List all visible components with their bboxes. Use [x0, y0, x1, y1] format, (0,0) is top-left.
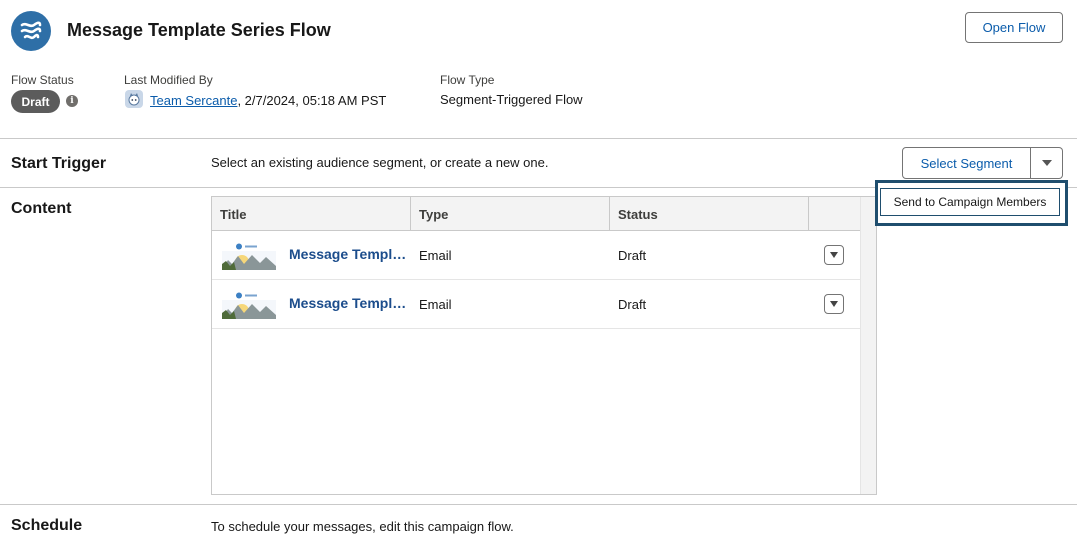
status-badge: Draft	[11, 90, 60, 113]
content-title: Content	[11, 200, 72, 217]
segment-menu-toggle[interactable]	[1031, 147, 1063, 179]
flow-status-label: Flow Status	[11, 73, 74, 87]
row-status: Draft	[618, 248, 647, 263]
column-header-type[interactable]: Type	[411, 197, 610, 231]
email-thumbnail	[222, 242, 276, 270]
table-scrollbar[interactable]	[860, 197, 876, 494]
flow-type-label: Flow Type	[440, 73, 495, 87]
content-table: Title Type Status Message Template Email…	[211, 196, 877, 495]
last-modified-label: Last Modified By	[124, 73, 213, 87]
row-type: Email	[419, 248, 452, 263]
divider	[0, 138, 1077, 139]
message-template-link[interactable]: Message Template	[289, 295, 409, 311]
record-header: Message Template Series Flow Open Flow F…	[0, 0, 1077, 138]
divider	[0, 504, 1077, 505]
flow-type-value: Segment-Triggered Flow	[440, 92, 583, 107]
flow-waves-icon	[11, 11, 51, 51]
row-actions-button[interactable]	[824, 245, 844, 265]
row-status: Draft	[618, 297, 647, 312]
column-header-title[interactable]: Title	[212, 197, 411, 231]
table-row: Message Template Email Draft	[212, 280, 860, 329]
info-icon[interactable]: i	[66, 95, 78, 107]
last-modified-value: Team Sercante, 2/7/2024, 05:18 AM PST	[150, 93, 386, 108]
select-segment-button[interactable]: Select Segment	[902, 147, 1031, 179]
chevron-down-icon	[830, 252, 838, 258]
send-to-campaign-members-option[interactable]: Send to Campaign Members	[880, 188, 1060, 216]
schedule-title: Schedule	[11, 517, 83, 534]
open-flow-button[interactable]: Open Flow	[965, 12, 1063, 43]
modified-date: , 2/7/2024, 05:18 AM PST	[237, 93, 387, 108]
schedule-description: To schedule your messages, edit this cam…	[211, 519, 514, 534]
table-row: Message Template Email Draft	[212, 231, 860, 280]
column-header-status[interactable]: Status	[610, 197, 809, 231]
row-actions-button[interactable]	[824, 294, 844, 314]
page-title: Message Template Series Flow	[67, 20, 331, 40]
avatar	[125, 90, 143, 108]
message-template-link[interactable]: Message Template	[289, 246, 409, 262]
chevron-down-icon	[1041, 160, 1052, 166]
start-trigger-title: Start Trigger	[11, 155, 107, 172]
email-thumbnail	[222, 291, 276, 319]
row-type: Email	[419, 297, 452, 312]
start-trigger-description: Select an existing audience segment, or …	[211, 155, 549, 170]
user-link[interactable]: Team Sercante	[150, 93, 237, 108]
table-header: Title Type Status	[212, 197, 860, 231]
select-segment-button-group: Select Segment	[902, 147, 1063, 179]
chevron-down-icon	[830, 301, 838, 307]
